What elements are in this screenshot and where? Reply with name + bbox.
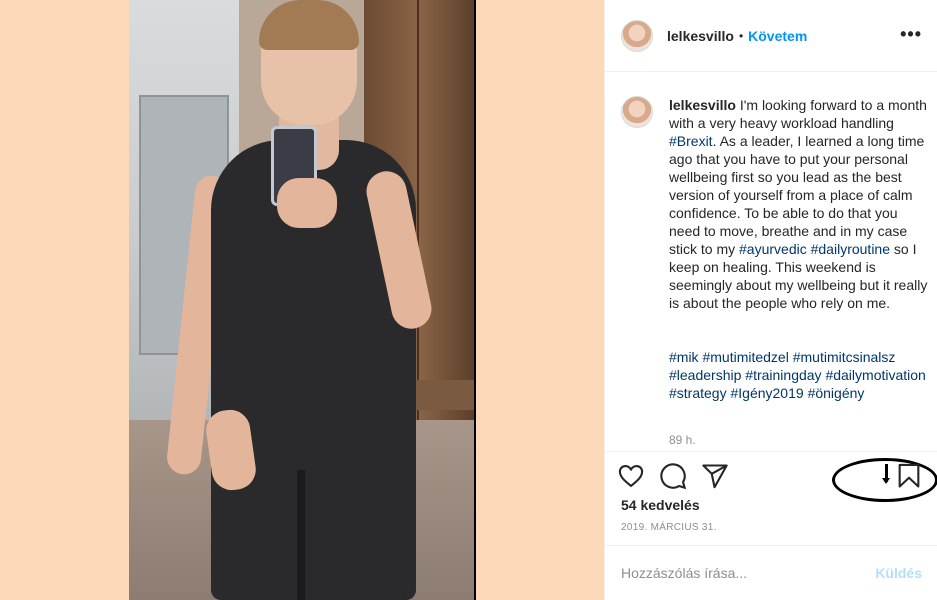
hashtag-link[interactable]: #mik (669, 349, 699, 365)
hashtag-link[interactable]: #Igény2019 (730, 385, 803, 401)
comment-input[interactable] (621, 565, 876, 581)
send-button[interactable]: Küldés (875, 565, 922, 581)
post-image[interactable] (129, 0, 474, 600)
hashtag-link[interactable]: #mutimitcsinalsz (793, 349, 896, 365)
hashtag-link[interactable]: #Brexit (669, 133, 713, 149)
post-date: 2019. MÁRCIUS 31. (621, 522, 717, 533)
avatar[interactable] (621, 19, 653, 52)
separator-dot: • (738, 28, 744, 43)
hashtag-link[interactable]: #ayurvedic (739, 241, 807, 257)
photo-background (0, 0, 604, 600)
annotation-cursor-icon (882, 464, 890, 484)
caption-avatar[interactable] (621, 96, 653, 128)
more-options-icon[interactable]: ••• (900, 24, 922, 45)
paper-plane-icon[interactable] (701, 462, 729, 490)
post-time[interactable]: 89 h. (669, 433, 696, 447)
caption-section: lelkesvillo I'm looking forward to a mon… (605, 92, 937, 502)
hashtag-link[interactable]: #strategy (669, 385, 727, 401)
actions-divider (605, 451, 937, 452)
header-username[interactable]: lelkesvillo (667, 28, 734, 44)
likes-count[interactable]: 54 kedvelés (621, 497, 700, 513)
hashtag-link[interactable]: #leadership (669, 367, 741, 383)
follow-button[interactable]: Követem (748, 28, 807, 44)
caption-text: lelkesvillo I'm looking forward to a mon… (669, 97, 928, 311)
hashtag-list: #mik #mutimitedzel #mutimitcsinalsz #lea… (669, 348, 929, 402)
heart-icon[interactable] (617, 462, 645, 490)
comment-icon[interactable] (659, 462, 687, 490)
caption-username[interactable]: lelkesvillo (669, 97, 736, 113)
hashtag-link[interactable]: #mutimitedzel (702, 349, 788, 365)
image-divider (474, 0, 476, 600)
hashtag-link[interactable]: #önigény (808, 385, 865, 401)
post-header: lelkesvillo • Követem ••• (605, 0, 937, 72)
bookmark-icon[interactable] (895, 462, 923, 490)
hashtag-link[interactable]: #dailymotivation (825, 367, 925, 383)
hashtag-link[interactable]: #trainingday (745, 367, 821, 383)
comment-bar: Küldés (605, 545, 937, 600)
action-icons (617, 462, 729, 490)
post-side-panel: lelkesvillo • Követem ••• lelkesvillo I'… (604, 0, 937, 600)
hashtag-link[interactable]: #dailyroutine (811, 241, 890, 257)
